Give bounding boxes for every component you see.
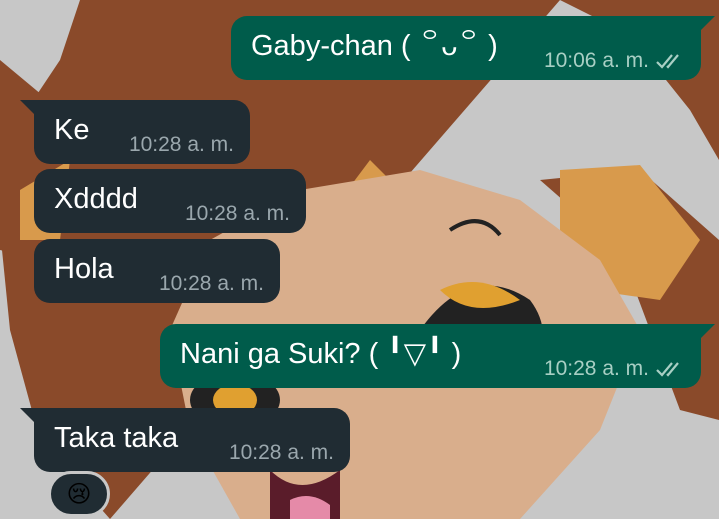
message-bubble-outgoing[interactable]: Nani ga Suki? ( ╹▽╹ ) 10:28 a. m. xyxy=(160,324,715,388)
message-bubble-outgoing[interactable]: Gaby-chan ( ꒪ᴗ꒪ ) 10:06 a. m. xyxy=(231,16,715,80)
message-text: Hola xyxy=(54,253,114,285)
message-timestamp: 10:28 a. m. xyxy=(158,272,264,295)
message-timestamp: 10:28 a. m. xyxy=(543,357,649,380)
message-timestamp: 10:28 a. m. xyxy=(184,202,290,225)
read-receipt-icon xyxy=(656,54,679,69)
message-text: Xdddd xyxy=(54,183,138,215)
message-text: Taka taka xyxy=(54,422,179,454)
message-timestamp: 10:06 a. m. xyxy=(543,49,649,72)
message-text: Nani ga Suki? ( ╹▽╹ ) xyxy=(180,338,462,370)
message-timestamp: 10:28 a. m. xyxy=(228,441,334,464)
message-timestamp: 10:28 a. m. xyxy=(128,133,234,156)
message-bubble-incoming[interactable]: Ke 10:28 a. m. xyxy=(20,100,250,164)
message-bubble-incoming[interactable]: Xdddd 10:28 a. m. xyxy=(34,169,306,233)
message-text: Gaby-chan ( ꒪ᴗ꒪ ) xyxy=(251,30,498,62)
message-bubble-incoming[interactable]: Taka taka 10:28 a. m. xyxy=(20,408,350,472)
message-text: Ke xyxy=(54,114,90,146)
reaction-badge[interactable]: 😢 xyxy=(48,471,110,517)
read-receipt-icon xyxy=(656,362,679,377)
message-bubble-incoming[interactable]: Hola 10:28 a. m. xyxy=(34,239,280,303)
